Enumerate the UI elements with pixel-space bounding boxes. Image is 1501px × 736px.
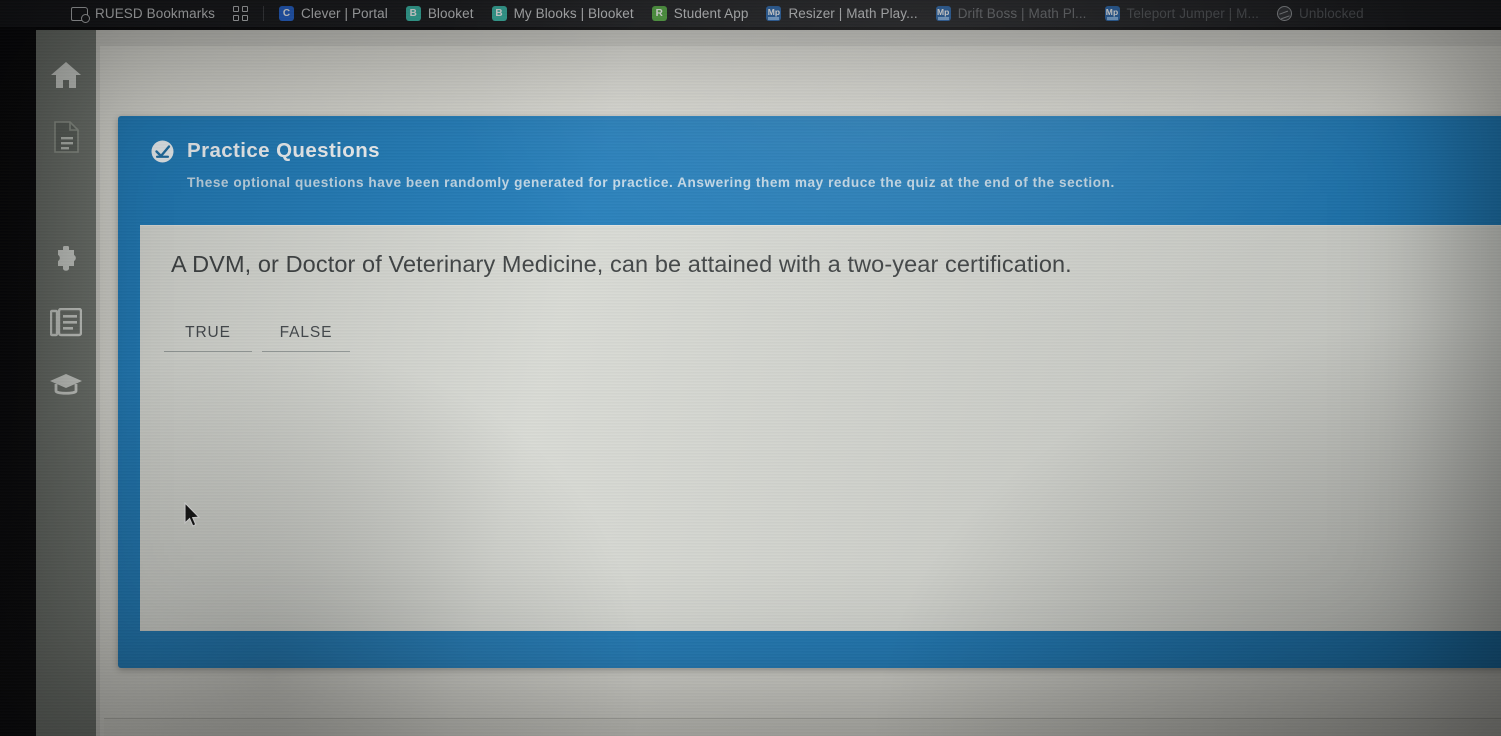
monitor-bezel [0, 27, 36, 736]
sidebar-item-puzzle[interactable] [43, 238, 89, 284]
page-title: Practice Questions [187, 139, 380, 162]
bookmark-resizer-math-playground[interactable]: Mp Resizer | Math Play... [757, 3, 926, 25]
mathplayground-icon: Mp [1104, 6, 1120, 21]
bookmark-label: My Blooks | Blooket [513, 6, 634, 21]
bookmark-divider [263, 6, 265, 21]
home-icon [50, 60, 82, 90]
folder-settings-icon [71, 6, 90, 23]
sidebar-item-document[interactable] [43, 114, 89, 160]
puzzle-icon [50, 245, 82, 277]
check-circle-icon [151, 140, 174, 163]
globe-icon [1277, 6, 1293, 21]
mathplayground-icon: Mp [766, 6, 782, 21]
practice-questions-panel: Practice Questions These optional questi… [118, 116, 1501, 668]
bookmark-student-app[interactable]: R Student App [643, 3, 758, 25]
answer-false-button[interactable]: FALSE [262, 314, 350, 352]
bookmark-label: Resizer | Math Play... [788, 6, 918, 21]
pager-bar: ‹ PREVIOUS 3 of 8 NEXT › [104, 718, 1501, 736]
answer-options: TRUE FALSE [164, 314, 350, 352]
bookmark-my-blooks[interactable]: B My Blooks | Blooket [483, 3, 643, 25]
graduation-cap-icon [49, 372, 83, 398]
bookmark-teleport-jumper[interactable]: Mp Teleport Jumper | M... [1096, 3, 1269, 25]
bookmark-label: Teleport Jumper | M... [1126, 6, 1260, 21]
sidebar-item-courses[interactable] [43, 362, 89, 408]
question-card: A DVM, or Doctor of Veterinary Medicine,… [140, 225, 1501, 631]
sidebar-item-home[interactable] [43, 52, 89, 98]
blooket-icon: B [405, 6, 421, 21]
bookmark-label: Unblocked [1299, 6, 1364, 21]
bookmark-label: RUESD Bookmarks [95, 6, 216, 21]
bookmark-label: Student App [673, 6, 749, 21]
app-sidebar [36, 30, 96, 736]
bookmark-unblocked[interactable]: Unblocked [1268, 3, 1373, 25]
answer-true-button[interactable]: TRUE [164, 314, 252, 352]
blooket-icon: B [491, 6, 507, 21]
bookmark-label: Blooket [427, 6, 474, 21]
bookmark-clever-portal[interactable]: C Clever | Portal [270, 3, 397, 25]
browser-bookmarks-bar: RUESD Bookmarks C Clever | Portal B Bloo… [0, 0, 1501, 27]
panel-header: Practice Questions These optional questi… [118, 116, 1501, 223]
browser-viewport: Practice Questions These optional questi… [96, 30, 1501, 736]
sidebar-item-library[interactable] [43, 300, 89, 346]
clever-icon: C [279, 6, 295, 21]
page-background: Practice Questions These optional questi… [100, 46, 1501, 736]
bookmark-label: Clever | Portal [301, 6, 388, 21]
book-list-icon [50, 308, 82, 338]
screen-photograph: RUESD Bookmarks C Clever | Portal B Bloo… [0, 0, 1501, 736]
bookmark-label: Drift Boss | Math Pl... [957, 6, 1087, 21]
apps-grid-icon [233, 6, 249, 21]
student-app-icon: R [651, 6, 667, 21]
bookmark-ruesd-bookmarks[interactable]: RUESD Bookmarks [62, 3, 224, 25]
document-icon [52, 121, 80, 153]
bookmark-apps-grid[interactable] [224, 3, 257, 25]
question-text: A DVM, or Doctor of Veterinary Medicine,… [171, 251, 1072, 277]
bookmark-blooket[interactable]: B Blooket [397, 3, 483, 25]
bookmark-drift-boss[interactable]: Mp Drift Boss | Math Pl... [927, 3, 1096, 25]
mathplayground-icon: Mp [935, 6, 951, 21]
panel-subtitle: These optional questions have been rando… [187, 175, 1115, 190]
